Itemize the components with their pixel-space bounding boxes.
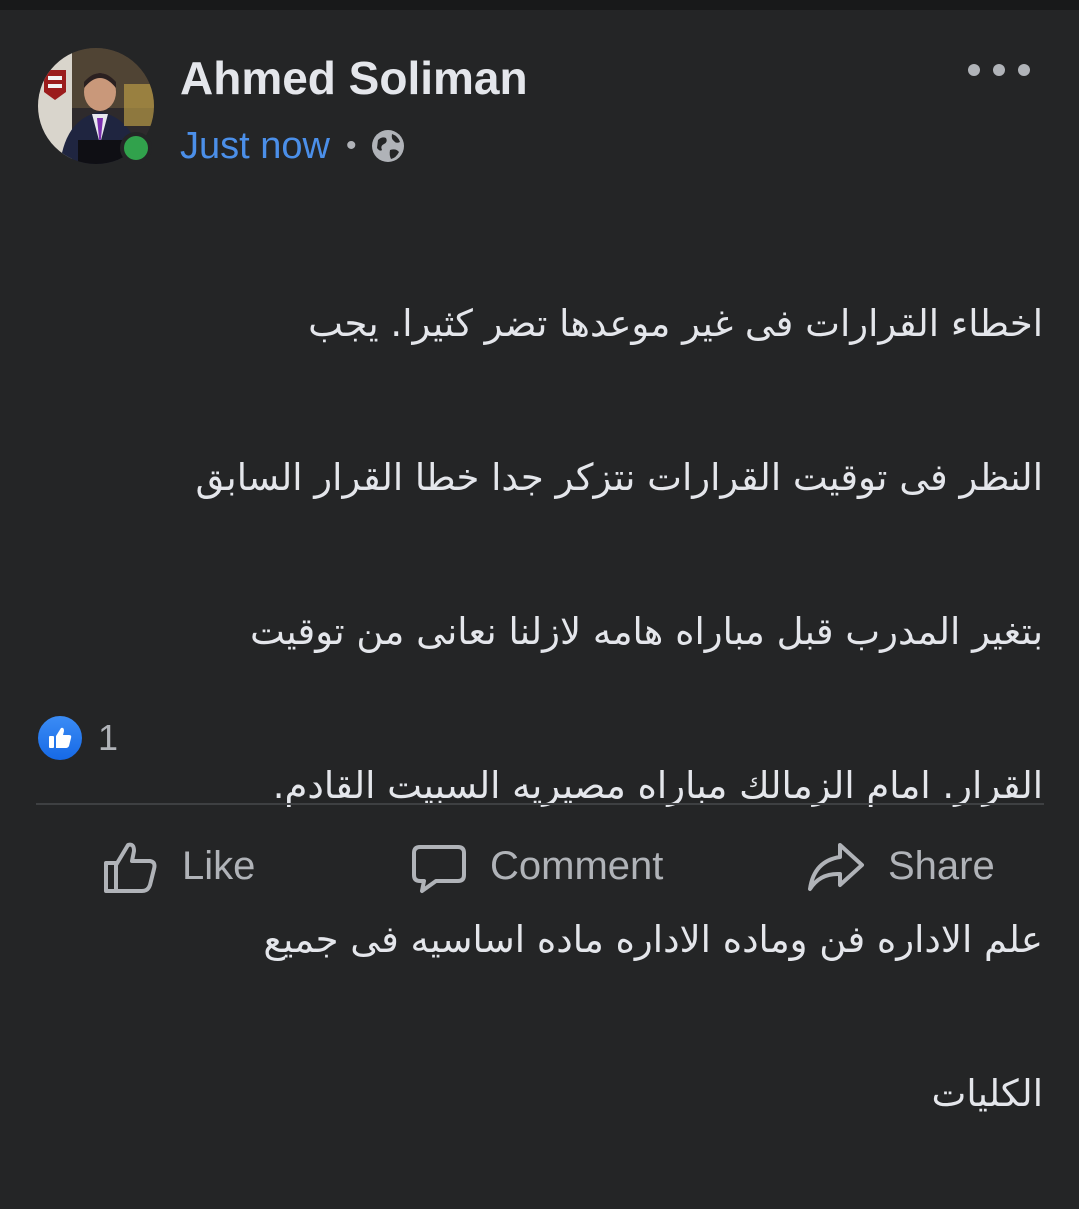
- thumbs-up-icon: [104, 842, 157, 893]
- comment-button[interactable]: Comment: [410, 830, 663, 903]
- meta-separator: •: [345, 129, 357, 162]
- post-text-line: بتغير المدرب قبل مباراه هامه لازلنا نعان…: [250, 610, 1043, 653]
- divider: [36, 803, 1044, 805]
- post-text-line: الكليات: [931, 1072, 1043, 1115]
- post-text-line: اخطاء القرارات فى غير موعدها تضر كثيرا. …: [308, 302, 1043, 345]
- post-text-line: القرار. امام الزمالك مباراه مصيريه السبي…: [272, 764, 1043, 807]
- share-icon: [808, 842, 864, 891]
- like-button[interactable]: Like: [100, 830, 255, 903]
- share-button[interactable]: Share: [806, 830, 995, 903]
- post-time[interactable]: Just now: [180, 125, 330, 168]
- reaction-count: 1: [98, 717, 119, 758]
- post-text-line: علم الاداره فن وماده الاداره ماده اساسيه…: [263, 918, 1043, 961]
- post-actions: Like Comment Share: [0, 830, 1079, 903]
- author-name[interactable]: Ahmed Soliman: [180, 48, 528, 108]
- comment-icon: [412, 844, 466, 893]
- comment-label: Comment: [490, 844, 664, 888]
- top-edge-bar: [0, 0, 1079, 10]
- more-dot: [1018, 64, 1030, 76]
- post-text: اخطاء القرارات فى غير موعدها تضر كثيرا. …: [33, 208, 1043, 1209]
- globe-icon[interactable]: [370, 128, 406, 164]
- share-label: Share: [888, 844, 995, 888]
- post-text-line: النظر فى توقيت القرارات نتزكر جدا خطا ال…: [195, 456, 1043, 499]
- like-label: Like: [182, 844, 256, 888]
- online-status-dot: [120, 132, 152, 164]
- more-dot: [968, 64, 980, 76]
- more-options-icon[interactable]: [968, 56, 1030, 84]
- like-reaction-icon: [36, 714, 84, 762]
- post-meta: Just now •: [180, 120, 406, 172]
- reactions-summary[interactable]: 1: [36, 714, 118, 762]
- more-dot: [993, 64, 1005, 76]
